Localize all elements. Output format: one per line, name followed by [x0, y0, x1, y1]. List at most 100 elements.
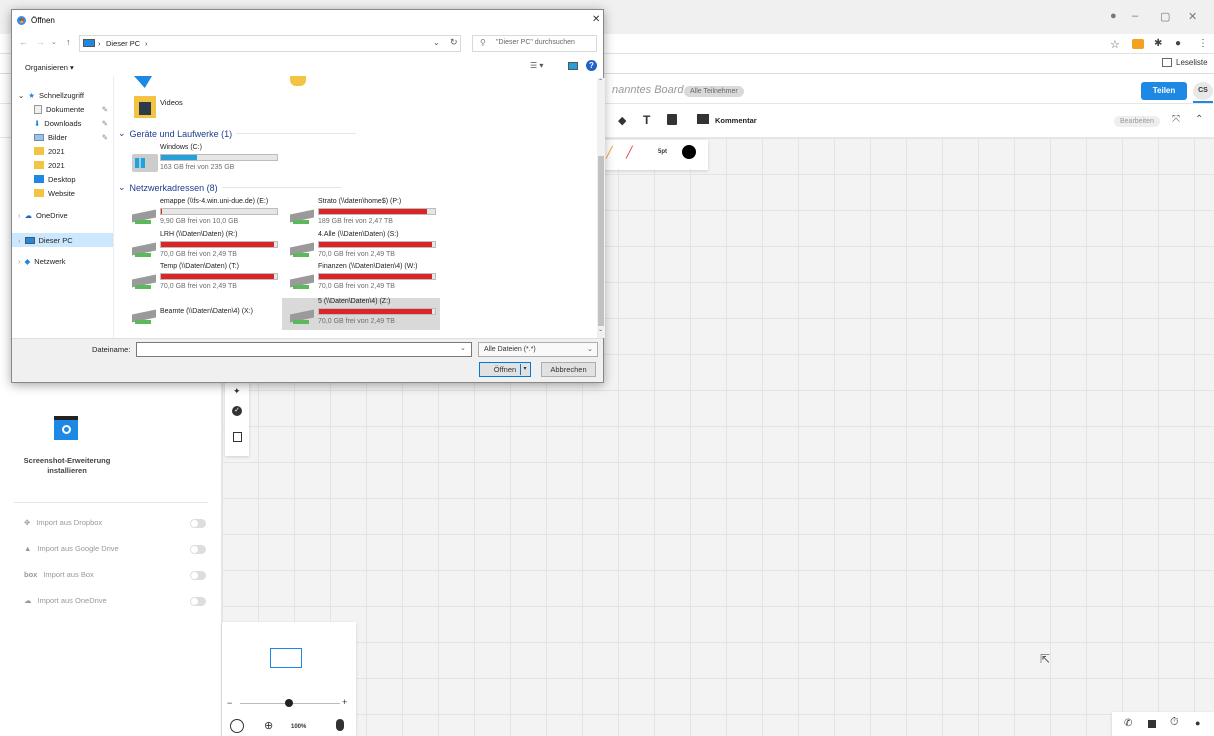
nav-item-documents[interactable]: Dokumente ✎ — [12, 102, 112, 116]
breadcrumb-dropdown-icon[interactable]: ⌄ — [433, 38, 440, 47]
maximize-icon[interactable]: ▢ — [1160, 10, 1170, 23]
nav-item-2021-a[interactable]: 2021 — [12, 144, 112, 158]
phone-icon[interactable]: ✆ — [1124, 718, 1132, 729]
nav-onedrive[interactable]: › ☁ OneDrive — [12, 208, 112, 222]
check-icon[interactable]: ✓ — [232, 406, 242, 416]
onedrive-toggle[interactable] — [190, 597, 206, 606]
network-drive-icon — [290, 241, 316, 259]
scrollbar-thumb[interactable] — [598, 156, 604, 326]
avatar[interactable]: CS — [1193, 82, 1213, 100]
back-icon[interactable]: ← — [19, 37, 28, 47]
organize-button[interactable]: Organisieren ▾ — [25, 63, 74, 72]
import-box[interactable]: box Import aus Box — [24, 570, 94, 579]
network-drive[interactable]: Strato (\\daten\home$) (P:) 189 GB frei v… — [282, 198, 442, 230]
google-drive-toggle[interactable] — [190, 545, 206, 554]
network-drive[interactable]: Temp (\\Daten\Daten) (T:) 70,0 GB frei vo… — [124, 263, 284, 295]
box-toggle[interactable] — [190, 571, 206, 580]
drive-usage-fill — [319, 309, 432, 314]
breadcrumb-sep: › — [98, 39, 101, 48]
nav-item-pictures[interactable]: Bilder ✎ — [12, 130, 112, 144]
videos-folder-icon[interactable] — [134, 96, 156, 118]
nav-item-desktop[interactable]: Desktop — [12, 172, 112, 186]
highlighter-icon[interactable]: ╱ — [606, 146, 613, 159]
puzzle-icon[interactable]: ✱ — [1154, 38, 1162, 49]
color-picker-icon[interactable] — [682, 145, 696, 159]
share-button[interactable]: Teilen — [1141, 82, 1187, 100]
extension-icon[interactable]: ● — [1110, 10, 1117, 22]
comment-icon[interactable] — [697, 114, 709, 124]
import-google-drive[interactable]: ▲ Import aus Google Drive — [24, 544, 119, 553]
nav-quick-access[interactable]: ⌄ ★ Schnellzugriff — [12, 88, 112, 102]
zoom-out-button[interactable]: − — [227, 698, 232, 708]
dropbox-toggle[interactable] — [190, 519, 206, 528]
navigate-icon[interactable] — [230, 719, 244, 733]
extension-badge-icon[interactable] — [1132, 39, 1144, 49]
nav-this-pc[interactable]: › Dieser PC — [12, 233, 113, 247]
breadcrumb-this-pc[interactable]: Dieser PC — [106, 39, 140, 48]
up-icon[interactable]: ↑ — [66, 37, 71, 47]
videos-label[interactable]: Videos — [160, 98, 183, 107]
chat-icon[interactable]: ● — [1195, 718, 1200, 728]
this-pc-icon — [83, 39, 95, 47]
scroll-up-icon[interactable]: ⌃ — [598, 78, 603, 85]
zoom-slider-handle[interactable] — [285, 699, 293, 707]
scroll-down-icon[interactable]: ⌄ — [598, 326, 603, 333]
zoom-level[interactable]: 100% — [291, 724, 306, 730]
filename-input[interactable] — [136, 342, 472, 357]
list-icon[interactable] — [233, 432, 242, 442]
close-window-icon[interactable]: ✕ — [1188, 10, 1197, 23]
view-options-icon[interactable]: ☰ ▾ — [530, 61, 543, 70]
filename-dropdown-icon[interactable]: ⌄ — [460, 344, 466, 352]
refresh-icon[interactable]: ↻ — [450, 37, 458, 48]
dialog-close-icon[interactable]: ✕ — [592, 14, 600, 25]
network-drive[interactable]: Beamte (\\Daten\Daten\4) (X:) — [124, 298, 284, 330]
nav-item-2021-b[interactable]: 2021 — [12, 158, 112, 172]
zoom-in-button[interactable]: + — [342, 697, 347, 707]
participants-pill[interactable]: Alle Teilnehmer — [684, 86, 744, 97]
network-drive[interactable]: 4.Alle (\\Daten\Daten) (S:) 70,0 GB frei … — [282, 231, 442, 263]
stroke-size[interactable]: 5pt — [658, 149, 667, 155]
board-title[interactable]: nanntes Board — [612, 84, 684, 96]
drive-c[interactable]: Windows (C:) 163 GB frei von 235 GB — [124, 144, 284, 176]
file-type-select[interactable]: Alle Dateien (*.*) ⌄ — [478, 342, 598, 357]
network-drive-icon — [132, 241, 158, 259]
pen-icon[interactable]: ╱ — [626, 146, 633, 159]
video-icon[interactable] — [1148, 720, 1156, 728]
network-header[interactable]: ⌄ Netzwerkadressen (8) — [118, 182, 342, 193]
preview-pane-icon[interactable] — [568, 62, 578, 70]
fullscreen-icon[interactable]: ⤧ — [1172, 114, 1180, 125]
mouse-icon[interactable] — [336, 719, 344, 731]
minimize-icon[interactable]: – — [1132, 10, 1138, 22]
nav-item-website[interactable]: Website — [12, 186, 112, 200]
minimap-viewport[interactable] — [270, 648, 302, 668]
sticky-note-icon[interactable] — [667, 114, 677, 125]
nav-item-downloads[interactable]: ⬇ Downloads ✎ — [12, 116, 112, 130]
star-icon[interactable]: ☆ — [1110, 38, 1120, 51]
screenshot-extension-label[interactable]: Screenshot-Erweiterung installieren — [12, 456, 122, 476]
import-dropbox[interactable]: ✥ Import aus Dropbox — [24, 518, 102, 527]
shapes-icon[interactable]: ◆ — [618, 114, 626, 127]
nav-network[interactable]: › ◆ Netzwerk — [12, 254, 112, 268]
zoom-icon[interactable]: ⊕ — [264, 719, 273, 732]
help-icon[interactable]: ? — [586, 60, 597, 71]
network-drive[interactable]: LRH (\\Daten\Daten) (R:) 70,0 GB frei von… — [124, 231, 284, 263]
devices-header[interactable]: ⌄ Geräte und Laufwerke (1) — [118, 128, 357, 139]
network-drive[interactable]: 5 (\\Daten\Daten\4) (Z:) 70,0 GB frei von… — [282, 298, 440, 330]
timer-icon[interactable]: ⏱ — [1170, 716, 1179, 729]
search-placeholder: "Dieser PC" durchsuchen — [496, 39, 575, 46]
cancel-button[interactable]: Abbrechen — [541, 362, 596, 377]
reading-list-label[interactable]: Leseliste — [1176, 58, 1208, 67]
comment-label[interactable]: Kommentar — [715, 116, 757, 125]
network-drive[interactable]: emappe (\\fs-4.win.uni-due.de) (E:) 9,90 … — [124, 198, 284, 230]
pin-icon[interactable]: ✦ — [233, 386, 241, 397]
import-onedrive[interactable]: ☁ Import aus OneDrive — [24, 596, 107, 605]
forward-icon[interactable]: → — [36, 37, 45, 47]
recent-dropdown-icon[interactable]: ⌄ — [51, 38, 57, 46]
menu-icon[interactable]: ⋮ — [1198, 38, 1208, 49]
open-dropdown-icon[interactable]: ▾ — [520, 364, 529, 375]
network-drive[interactable]: Finanzen (\\Daten\Daten\4) (W:) 70,0 GB f… — [282, 263, 442, 295]
edit-mode-button[interactable]: Bearbeiten — [1114, 116, 1160, 127]
profile-icon[interactable]: ● — [1175, 38, 1181, 49]
text-icon[interactable]: T — [643, 113, 650, 127]
collapse-icon[interactable]: ⌃ — [1195, 114, 1203, 125]
